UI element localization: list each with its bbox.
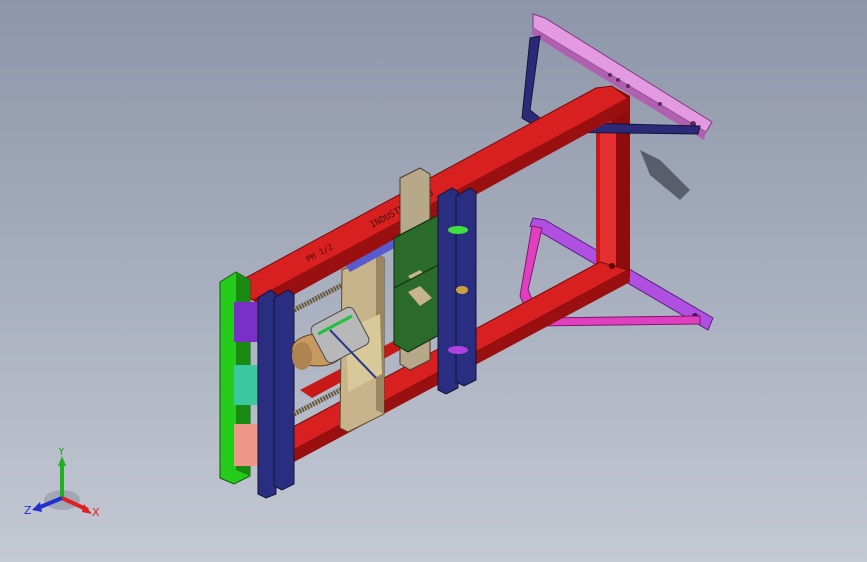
- assembly-model[interactable]: INDUSTRY WOOD PH 1/2: [0, 0, 867, 562]
- bolt-green[interactable]: [448, 226, 468, 234]
- z-axis-arrow: [32, 502, 42, 512]
- front-rails[interactable]: [257, 289, 295, 499]
- model-shadow: [640, 150, 690, 200]
- x-axis-arrow: [82, 504, 92, 514]
- z-axis-label: Z: [24, 504, 32, 517]
- coordinate-triad: Y X Z: [24, 448, 100, 519]
- block-salmon[interactable]: [234, 424, 260, 466]
- clamp-rails[interactable]: [437, 187, 477, 395]
- bolt-gold[interactable]: [456, 286, 468, 294]
- cad-viewport[interactable]: INDUSTRY WOOD PH 1/2: [0, 0, 867, 562]
- x-axis-label: X: [92, 506, 100, 519]
- block-purple[interactable]: [234, 302, 260, 342]
- bolt-purple[interactable]: [448, 346, 468, 354]
- block-teal[interactable]: [234, 365, 260, 405]
- front-blocks[interactable]: [234, 302, 260, 466]
- y-axis-label: Y: [57, 448, 65, 458]
